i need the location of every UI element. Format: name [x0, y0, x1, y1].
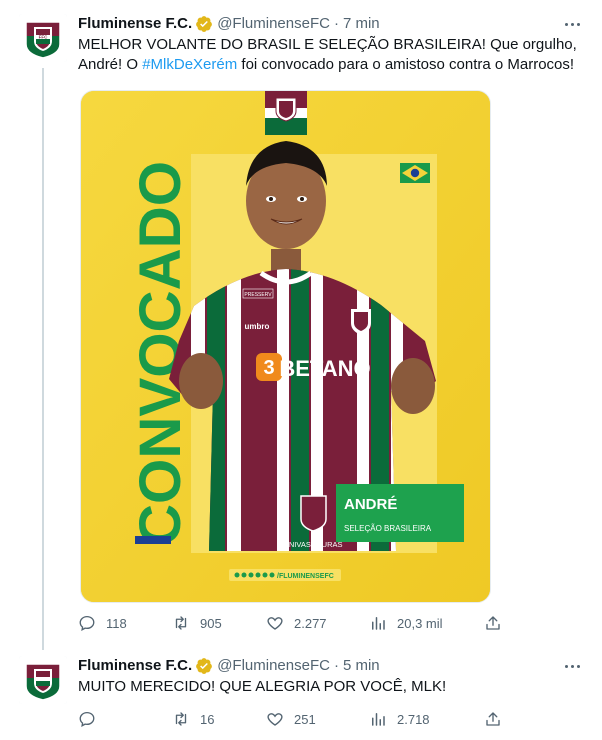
- more-options-icon[interactable]: [560, 654, 584, 678]
- tweet-media-image[interactable]: CONVOCADO PRESSERV umbro 3 BETANO UNIVAS…: [80, 90, 491, 603]
- like-count: 2.277: [294, 615, 327, 631]
- reply-icon: [79, 711, 95, 728]
- reply-button[interactable]: 118: [78, 614, 127, 632]
- retweet-icon: [175, 712, 187, 726]
- retweet-icon: [175, 616, 187, 630]
- handle[interactable]: @FluminenseFC: [217, 14, 330, 34]
- views-count: 20,3 mil: [397, 615, 443, 631]
- timestamp[interactable]: 5 min: [343, 656, 380, 676]
- reply-count: 118: [106, 615, 127, 631]
- like-button[interactable]: 251: [266, 710, 316, 728]
- tweet-text: MELHOR VOLANTE DO BRASIL E SELEÇÃO BRASI…: [78, 35, 586, 75]
- separator-dot: ·: [333, 15, 339, 32]
- display-name[interactable]: Fluminense F.C.: [78, 656, 192, 676]
- retweet-button[interactable]: 905: [172, 614, 222, 632]
- more-options-icon[interactable]: [560, 12, 584, 36]
- heart-icon: [267, 713, 283, 726]
- tweet-text: MUITO MERECIDO! QUE ALEGRIA POR VOCÊ, ML…: [78, 678, 447, 695]
- sleeve-badge-text: PRESSERV: [244, 292, 272, 298]
- reply-icon: [79, 615, 95, 632]
- verified-badge-icon: [196, 16, 213, 32]
- like-button[interactable]: 2.277: [266, 614, 327, 632]
- share-button[interactable]: [484, 710, 512, 728]
- bottom-sponsor-text: UNIVASSOURAS: [283, 540, 342, 549]
- views-button[interactable]: 2.718: [369, 710, 430, 728]
- tweet-text-part: foi convocado para o amistoso contra o M…: [237, 56, 575, 73]
- retweet-count: 16: [200, 711, 215, 727]
- separator-dot: ·: [333, 657, 339, 674]
- views-chart-icon: [372, 617, 385, 630]
- share-icon: [486, 712, 500, 726]
- timestamp[interactable]: 7 min: [343, 14, 380, 34]
- kit-brand-text: umbro: [245, 322, 270, 331]
- retweet-count: 905: [200, 615, 222, 631]
- share-icon: [486, 616, 500, 630]
- player-name-text: ANDRÉ: [344, 496, 397, 513]
- tweet-1[interactable]: FFC Fluminense F.C. @FluminenseFC · 7 mi…: [0, 0, 602, 650]
- avatar[interactable]: [19, 656, 67, 704]
- views-button[interactable]: 20,3 mil: [369, 614, 443, 632]
- verified-badge-icon: [196, 658, 213, 674]
- heart-icon: [267, 617, 283, 630]
- tweet-actions: 118 905 2.277 20,3 mil: [78, 614, 508, 634]
- avatar[interactable]: FFC: [19, 14, 67, 62]
- tweet-actions: 16 251 2.718: [78, 710, 508, 730]
- sponsor-betano-text: BETANO: [279, 356, 370, 381]
- player-team-text: SELEÇÃO BRASILEIRA: [344, 524, 432, 533]
- svg-text:FFC: FFC: [39, 35, 48, 40]
- like-count: 251: [294, 711, 316, 727]
- display-name[interactable]: Fluminense F.C.: [78, 14, 192, 34]
- svg-text:3: 3: [263, 357, 274, 379]
- retweet-button[interactable]: 16: [172, 710, 214, 728]
- hashtag-link[interactable]: #MlkDeXerém: [142, 56, 237, 73]
- handle[interactable]: @FluminenseFC: [217, 656, 330, 676]
- share-button[interactable]: [484, 614, 512, 632]
- views-count: 2.718: [397, 711, 430, 727]
- reply-button[interactable]: [78, 710, 106, 728]
- footer-handle-text: /FLUMINENSEFC: [277, 573, 334, 580]
- views-chart-icon: [372, 713, 385, 726]
- tweet-2[interactable]: Fluminense F.C. @FluminenseFC · 5 min MU…: [0, 650, 602, 740]
